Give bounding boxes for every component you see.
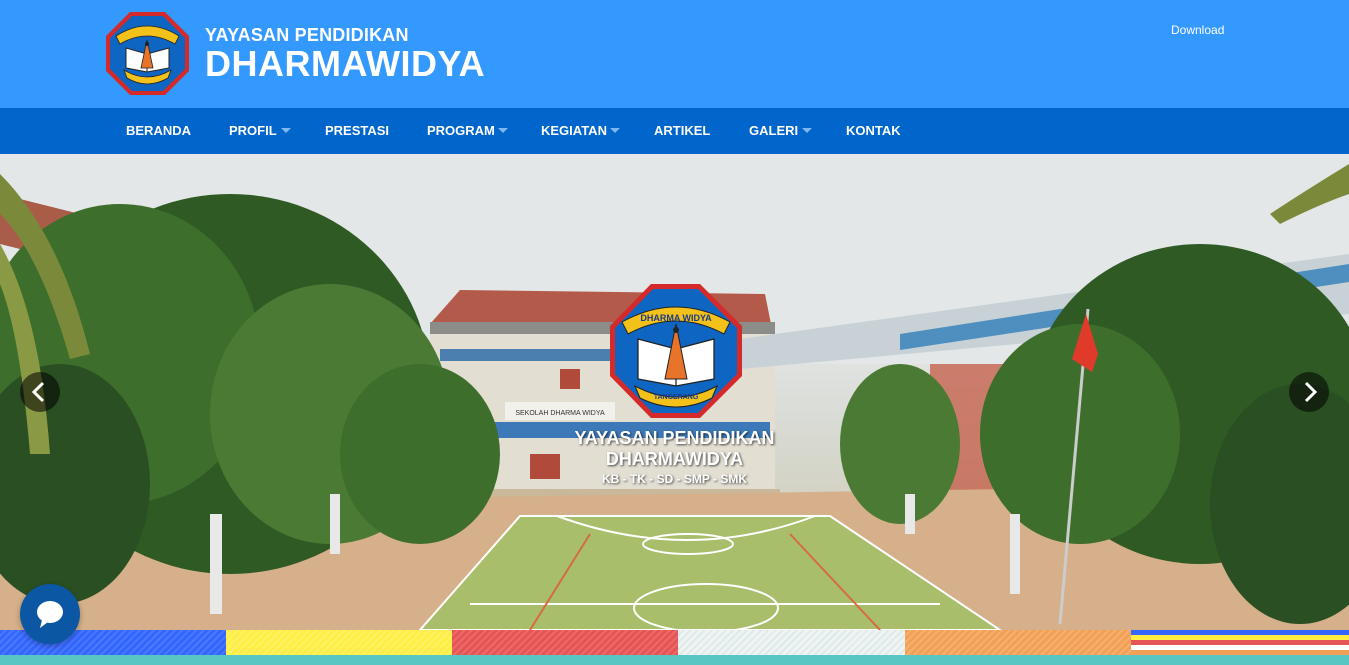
nav-item-prestasi[interactable]: PRESTASI <box>325 108 389 154</box>
site-logo[interactable] <box>104 10 191 97</box>
nav-item-kegiatan[interactable]: KEGIATAN <box>541 108 607 154</box>
hero-subtitle: KB - TK - SD - SMP - SMK <box>601 472 748 486</box>
hero-title-line2: DHARMAWIDYA <box>605 449 744 469</box>
hero-title-line1: YAYASAN PENDIDIKAN <box>574 428 775 448</box>
chevron-down-icon[interactable] <box>610 128 620 133</box>
stripe-multicolor <box>1131 630 1349 655</box>
slider-prev-button[interactable] <box>20 372 60 412</box>
nav-item-artikel[interactable]: ARTIKEL <box>654 108 710 154</box>
stripe-red <box>452 630 678 655</box>
bottom-strip <box>0 655 1349 665</box>
download-link[interactable]: Download <box>1171 23 1224 37</box>
nav-item-beranda[interactable]: BERANDA <box>126 108 191 154</box>
chevron-down-icon[interactable] <box>498 128 508 133</box>
school-photo: SEKOLAH DHARMA WIDYA DHARMA WIDYA TANGER… <box>0 154 1349 630</box>
site-header: YAYASAN PENDIDIKAN DHARMAWIDYA Download <box>0 0 1349 108</box>
svg-text:TANGERANG: TANGERANG <box>654 394 699 401</box>
slider-next-button[interactable] <box>1289 372 1329 412</box>
chat-bubble-icon <box>37 601 63 628</box>
stripe-orange <box>905 630 1131 655</box>
svg-text:SEKOLAH DHARMA WIDYA: SEKOLAH DHARMA WIDYA <box>515 410 605 417</box>
svg-text:DHARMA WIDYA: DHARMA WIDYA <box>640 313 712 323</box>
nav-item-program[interactable]: PROGRAM <box>427 108 495 154</box>
hero-slider: SEKOLAH DHARMA WIDYA DHARMA WIDYA TANGER… <box>0 154 1349 630</box>
brand-title[interactable]: DHARMAWIDYA <box>205 43 485 85</box>
nav-item-profil[interactable]: PROFIL <box>229 108 277 154</box>
chevron-right-icon <box>1304 381 1318 403</box>
chevron-left-icon <box>31 381 45 403</box>
chevron-down-icon[interactable] <box>802 128 812 133</box>
nav-item-galeri[interactable]: GALERI <box>749 108 798 154</box>
stripe-yellow <box>226 630 452 655</box>
main-nav: BERANDA PROFIL PRESTASI PROGRAM KEGIATAN… <box>0 108 1349 154</box>
stripe-white <box>678 630 905 655</box>
chat-button[interactable] <box>20 584 80 644</box>
chevron-down-icon[interactable] <box>281 128 291 133</box>
nav-item-kontak[interactable]: KONTAK <box>846 108 901 154</box>
